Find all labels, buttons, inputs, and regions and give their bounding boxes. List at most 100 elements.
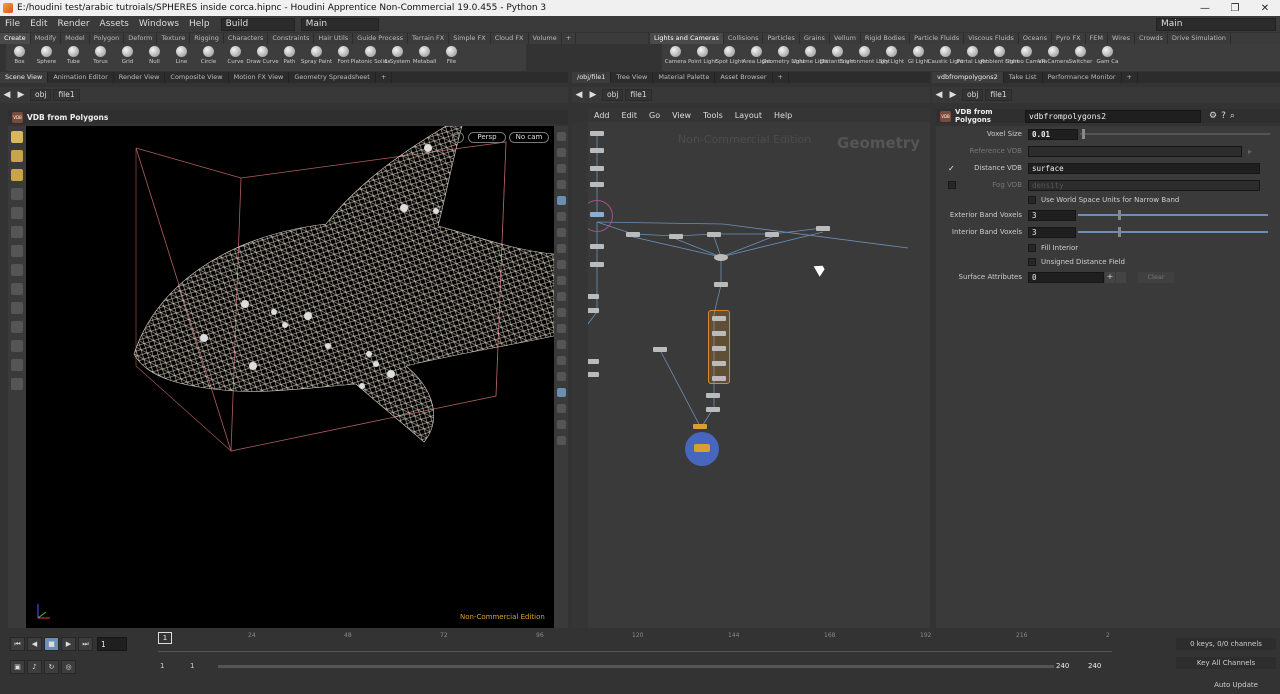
shelf-tab[interactable]: Pyro FX (1052, 33, 1086, 44)
menu-windows[interactable]: Windows (134, 19, 184, 29)
scene-viewport[interactable]: Persp No cam Non-Commercial Edition (26, 126, 554, 628)
range-slider[interactable] (218, 665, 1054, 668)
network-node[interactable] (712, 346, 726, 351)
voxel-size-slider[interactable] (1080, 129, 1270, 139)
shelf-tab[interactable]: Terrain FX (408, 33, 450, 44)
shelf_right-tool-5[interactable]: Volume Light (793, 44, 828, 71)
shelf-tab[interactable]: Simple FX (449, 33, 491, 44)
world-space-checkbox[interactable] (1028, 196, 1036, 204)
brush-tool-icon[interactable] (11, 226, 23, 238)
shelf_right-tool-4[interactable]: Geometry Light (762, 44, 805, 71)
net-menu-add[interactable]: Add (588, 111, 616, 120)
shelf_left-tool-3[interactable]: Torus (87, 44, 114, 71)
shelf-tab[interactable]: Constraints (268, 33, 315, 44)
tab-network-path[interactable]: /obj/file1 (572, 72, 612, 83)
null-node[interactable] (693, 424, 707, 429)
range-end-field[interactable]: 240 (1056, 662, 1069, 670)
gear-icon[interactable]: ⚙ (1209, 111, 1217, 121)
minimize-button[interactable]: — (1190, 3, 1220, 14)
audio-icon[interactable]: ♪ (27, 660, 42, 674)
shelf_right-tool-9[interactable]: GI Light (905, 44, 932, 71)
shelf_left-tool-10[interactable]: Path (276, 44, 303, 71)
add-shelf-tab-button[interactable]: + (562, 33, 577, 44)
shelf_right-tool-15[interactable]: Switcher (1067, 44, 1094, 71)
shelf-tab[interactable]: Viscous Fluids (964, 33, 1019, 44)
network-editor[interactable]: Non-Commercial Edition Geometry (588, 122, 930, 628)
camera-tool-icon[interactable] (11, 359, 23, 371)
ext-band-slider[interactable] (1078, 210, 1268, 220)
shelf-tab-lights[interactable]: Lights and Cameras (650, 33, 724, 44)
shelf-tab[interactable]: Rigid Bodies (861, 33, 911, 44)
network-node[interactable] (626, 232, 640, 237)
tab-parameters[interactable]: vdbfrompolygons2 (932, 72, 1004, 83)
ext-band-field[interactable]: 3 (1028, 209, 1076, 221)
fill-interior-checkbox[interactable] (1028, 244, 1036, 252)
display-option-icon[interactable] (556, 372, 566, 381)
tab-geometry-spreadsheet[interactable]: Geometry Spreadsheet (289, 72, 376, 83)
show-handle-icon[interactable] (11, 283, 23, 295)
network-node[interactable] (590, 148, 604, 153)
back-arrow-icon[interactable]: ◀ (932, 90, 946, 100)
network-node[interactable] (653, 347, 667, 352)
auto-update-select[interactable]: Auto Update (1196, 678, 1276, 692)
current-frame-field[interactable]: 1 (97, 637, 127, 651)
shelf_left-tool-4[interactable]: Grid (114, 44, 141, 71)
persp-menu[interactable]: Persp (468, 132, 506, 143)
network-node[interactable] (712, 361, 726, 366)
loop-icon[interactable]: ↻ (44, 660, 59, 674)
add-pane-tab-button[interactable]: + (1122, 72, 1138, 83)
shelf_left-tool-6[interactable]: Line (168, 44, 195, 71)
timeline-ruler[interactable]: 1 24 48 72 96 120 144 168 192 216 2 (158, 632, 1112, 652)
network-node[interactable] (765, 232, 779, 237)
network-node[interactable] (590, 166, 604, 171)
pose-tool-icon[interactable] (11, 188, 23, 200)
shelf_right-tool-14[interactable]: VR Camera (1038, 44, 1069, 71)
back-arrow-icon[interactable]: ◀ (572, 90, 586, 100)
fog-vdb-checkbox[interactable] (948, 181, 956, 189)
jump-end-button[interactable]: ⏭ (78, 637, 93, 651)
select-tool-icon[interactable] (11, 150, 23, 162)
shelf-tab[interactable]: Modify (31, 33, 62, 44)
forward-arrow-icon[interactable]: ▶ (586, 90, 600, 100)
fog-vdb-field[interactable]: density (1028, 179, 1260, 191)
shelf-tab-create[interactable]: Create (0, 33, 31, 44)
shelf-tab[interactable]: Characters (224, 33, 269, 44)
network-node[interactable] (712, 316, 726, 321)
network-node[interactable] (590, 182, 604, 187)
camera-menu[interactable]: No cam (509, 132, 549, 143)
network-node[interactable] (588, 308, 599, 313)
tab-render-view[interactable]: Render View (114, 72, 166, 83)
display-option-icon[interactable] (556, 228, 566, 237)
tab-asset-browser[interactable]: Asset Browser (715, 72, 773, 83)
voxel-size-field[interactable]: 0.01 (1028, 128, 1078, 140)
tab-performance-monitor[interactable]: Performance Monitor (1043, 72, 1122, 83)
shelf_right-tool-3[interactable]: Area Light (742, 44, 771, 71)
shelf_left-tool-16[interactable]: File (438, 44, 465, 71)
jump-start-button[interactable]: ⏮ (10, 637, 25, 651)
tab-composite-view[interactable]: Composite View (165, 72, 229, 83)
play-reverse-button[interactable]: ◀ (27, 637, 42, 651)
network-node[interactable] (588, 372, 599, 377)
display-option-icon[interactable] (556, 132, 566, 141)
settings-icon[interactable]: ◎ (61, 660, 76, 674)
int-band-slider[interactable] (1078, 227, 1268, 237)
display-option-icon[interactable] (556, 420, 566, 429)
shelf-tab[interactable]: Drive Simulation (1168, 33, 1231, 44)
shelf-tab[interactable]: Model (61, 33, 90, 44)
network-node[interactable] (707, 232, 721, 237)
net-menu-help[interactable]: Help (768, 111, 798, 120)
slider-knob[interactable] (1118, 210, 1121, 220)
shelf-tab[interactable]: Rigging (190, 33, 224, 44)
clear-button[interactable]: Clear (1138, 271, 1174, 283)
help-icon[interactable]: ? (1221, 111, 1226, 121)
network-node[interactable] (706, 393, 720, 398)
vdbfrompolygons-node[interactable] (694, 444, 710, 452)
tab-animation-editor[interactable]: Animation Editor (48, 72, 114, 83)
display-option-icon[interactable] (556, 388, 566, 397)
net-menu-layout[interactable]: Layout (729, 111, 768, 120)
display-option-icon[interactable] (556, 404, 566, 413)
viewport-lock-icon[interactable] (452, 132, 464, 143)
network-node[interactable] (712, 376, 726, 381)
shelf-tab[interactable]: Texture (157, 33, 191, 44)
shelf-tab[interactable]: Crowds (1135, 33, 1168, 44)
